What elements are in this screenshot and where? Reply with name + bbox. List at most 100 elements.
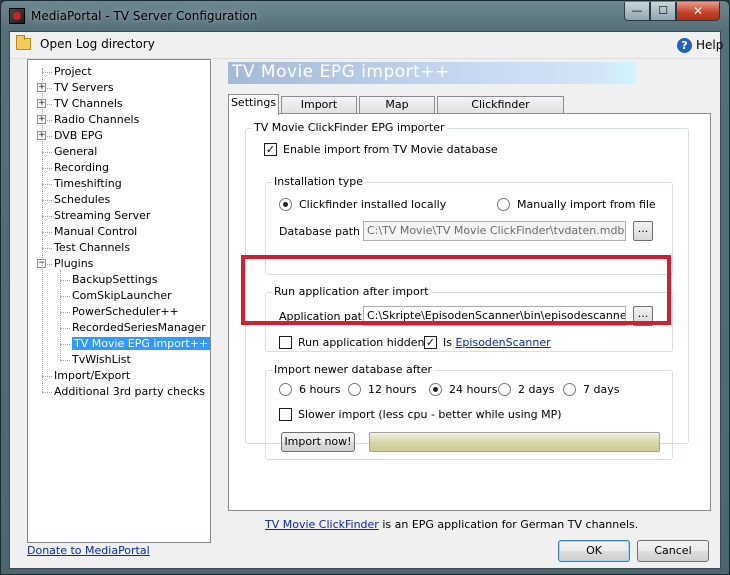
- tree-item[interactable]: Radio Channels: [54, 112, 139, 128]
- maximize-button[interactable]: ☐: [650, 2, 676, 21]
- tree-connector: [60, 296, 70, 297]
- tab-settings[interactable]: Settings: [228, 94, 279, 115]
- tree-item-label: Plugins: [54, 257, 94, 270]
- tree-item[interactable]: Streaming Server: [54, 208, 150, 224]
- slower-import-checkbox[interactable]: [279, 408, 292, 421]
- import-progress-bar: [369, 432, 660, 452]
- tab-clickfinder-programguide[interactable]: Clickfinder ProgramGuide: [437, 96, 564, 127]
- radio-12-hours-label[interactable]: 12 hours: [368, 383, 416, 396]
- tree-item-label: TvWishList: [72, 353, 131, 366]
- radio-6-hours[interactable]: [279, 383, 292, 396]
- tree-item-label: Streaming Server: [54, 209, 151, 222]
- is-prefix: Is: [443, 336, 456, 349]
- tree-connector: [42, 200, 52, 201]
- is-episodenscanner-checkbox[interactable]: ✓: [424, 336, 437, 349]
- tree-item[interactable]: General: [54, 144, 97, 160]
- tree-item[interactable]: DVB EPG: [54, 128, 103, 144]
- tree-item[interactable]: TV Movie EPG import++: [72, 336, 211, 352]
- installation-type-label: Installation type: [272, 175, 365, 188]
- tree-item[interactable]: PowerScheduler++: [72, 304, 179, 320]
- enable-import-checkbox[interactable]: ✓: [264, 143, 277, 156]
- tree-connector: [42, 72, 52, 73]
- tree-connector: [42, 392, 52, 393]
- is-episodenscanner-label[interactable]: Is EpisodenScanner: [443, 336, 551, 349]
- tree-item[interactable]: TV Channels: [54, 96, 123, 112]
- section-banner: TV Movie EPG import++: [228, 62, 636, 84]
- folder-icon[interactable]: [16, 35, 31, 50]
- main-window: MediaPortal - TV Server Configuration — …: [0, 0, 730, 575]
- tree-item-label: Import/Export: [54, 369, 131, 382]
- enable-import-label[interactable]: Enable import from TV Movie database: [283, 143, 498, 156]
- tv-movie-clickfinder-link[interactable]: TV Movie ClickFinder: [265, 518, 379, 531]
- radio-manual-import[interactable]: [497, 198, 510, 211]
- tree-connector: [42, 184, 52, 185]
- help-icon[interactable]: ?: [677, 38, 692, 53]
- tree-item-label: PowerScheduler++: [72, 305, 179, 318]
- radio-12-hours[interactable]: [348, 383, 361, 396]
- radio-7-days-label[interactable]: 7 days: [583, 383, 619, 396]
- radio-7-days[interactable]: [563, 383, 576, 396]
- toolbar: Open Log directory ? Help: [10, 32, 723, 59]
- tree-item[interactable]: Manual Control: [54, 224, 137, 240]
- radio-2-days[interactable]: [498, 383, 511, 396]
- radio-manual-import-label[interactable]: Manually import from file: [517, 198, 656, 211]
- tree-trunk-line: [42, 68, 43, 392]
- help-button[interactable]: Help: [696, 38, 723, 52]
- minimize-button[interactable]: —: [624, 2, 650, 21]
- tree-item[interactable]: Test Channels: [54, 240, 130, 256]
- import-now-button[interactable]: Import now!: [281, 432, 355, 452]
- radio-6-hours-label[interactable]: 6 hours: [299, 383, 340, 396]
- tree-connector: [42, 152, 52, 153]
- ok-button[interactable]: OK: [558, 540, 630, 562]
- tree-item[interactable]: TV Servers: [54, 80, 114, 96]
- tree-item[interactable]: TvWishList: [72, 352, 131, 368]
- tree-connector: [60, 328, 70, 329]
- window-title: MediaPortal - TV Server Configuration: [31, 9, 258, 23]
- tree-item[interactable]: Import/Export: [54, 368, 130, 384]
- title-bar[interactable]: MediaPortal - TV Server Configuration — …: [1, 1, 729, 31]
- tree-item[interactable]: ComSkipLauncher: [72, 288, 172, 304]
- run-application-highlight-box: [241, 255, 671, 325]
- tree-item[interactable]: Timeshifting: [54, 176, 122, 192]
- tree-item-label: Timeshifting: [54, 177, 122, 190]
- tab-map-channels[interactable]: Map channels: [359, 96, 435, 127]
- tree-item[interactable]: Recording: [54, 160, 109, 176]
- tree-connector: [42, 168, 52, 169]
- tree-item-label: General: [54, 145, 98, 158]
- tree-item-label: Schedules: [54, 193, 111, 206]
- tree-item-label: TV Servers: [54, 81, 114, 94]
- tree-item-label: Manual Control: [54, 225, 138, 238]
- cancel-button[interactable]: Cancel: [637, 540, 709, 562]
- tree-item-label: Radio Channels: [54, 113, 140, 126]
- database-path-browse-button[interactable]: ...: [633, 221, 653, 241]
- tree-connector: [42, 248, 52, 249]
- episodenscanner-link[interactable]: EpisodenScanner: [455, 336, 550, 349]
- tree-connector: [60, 312, 70, 313]
- app-icon: [9, 8, 25, 24]
- close-button[interactable]: ✕: [676, 2, 720, 21]
- tree-item[interactable]: BackupSettings: [72, 272, 157, 288]
- run-hidden-checkbox[interactable]: [279, 336, 292, 349]
- tree-item[interactable]: RecordedSeriesManager: [72, 320, 206, 336]
- tree-connector: [60, 280, 70, 281]
- tree-item-label: Recording: [54, 161, 110, 174]
- open-log-directory-button[interactable]: Open Log directory: [40, 37, 155, 51]
- tree-connector: [42, 376, 52, 377]
- tree-item[interactable]: Additional 3rd party checks: [54, 384, 205, 400]
- tab-import-options[interactable]: Import options: [281, 96, 357, 127]
- tree-connector: [60, 360, 70, 361]
- run-hidden-label[interactable]: Run application hidden: [298, 336, 425, 349]
- donate-link[interactable]: Donate to MediaPortal: [27, 544, 150, 557]
- tree-connector: [60, 344, 70, 345]
- settings-tree[interactable]: Project TV Servers + TV Channels + Radio Chan…: [27, 59, 211, 543]
- slower-import-label[interactable]: Slower import (less cpu - better while u…: [298, 408, 562, 421]
- tree-item[interactable]: Project: [54, 64, 92, 80]
- radio-installed-locally-label[interactable]: Clickfinder installed locally: [299, 198, 446, 211]
- tree-item-label: BackupSettings: [72, 273, 158, 286]
- radio-installed-locally[interactable]: [279, 198, 292, 211]
- tree-item[interactable]: Schedules: [54, 192, 110, 208]
- database-path-input[interactable]: C:\TV Movie\TV Movie ClickFinder\tvdaten…: [363, 221, 626, 241]
- radio-24-hours-label[interactable]: 24 hours: [449, 383, 497, 396]
- radio-24-hours[interactable]: [429, 383, 442, 396]
- radio-2-days-label[interactable]: 2 days: [518, 383, 554, 396]
